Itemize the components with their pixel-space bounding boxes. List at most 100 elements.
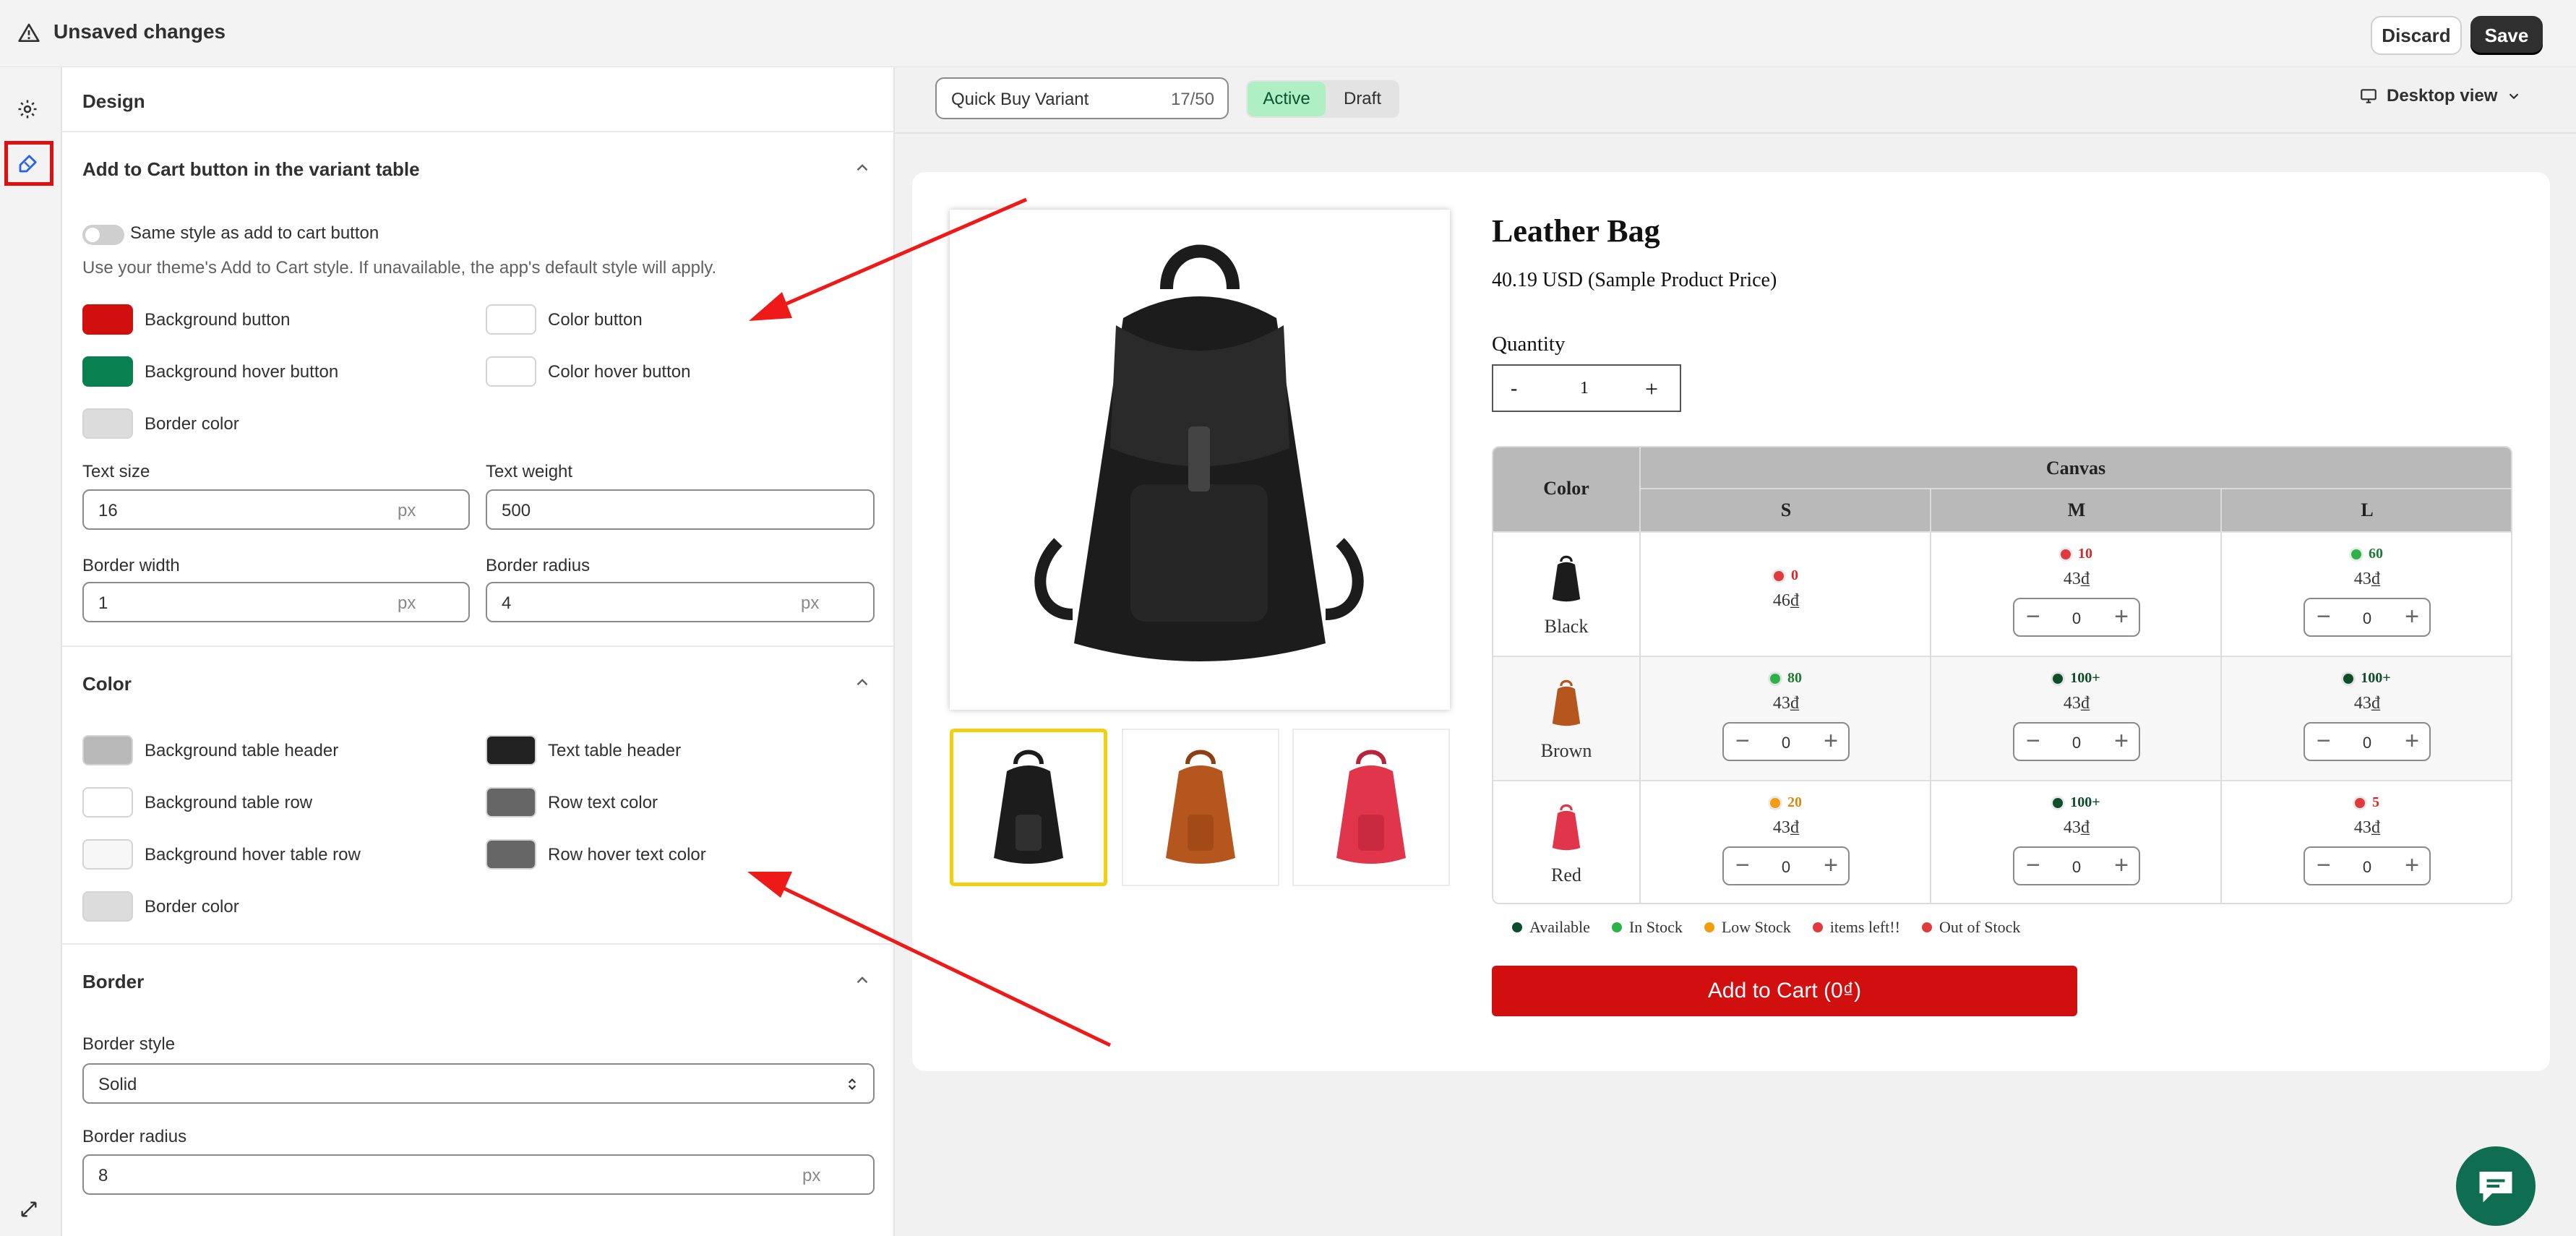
- variant-price: 46₫: [1772, 591, 1800, 610]
- legend-dot: [1812, 922, 1823, 932]
- stepper-plus-button[interactable]: +: [1824, 852, 1838, 878]
- template-name-input[interactable]: Quick Buy Variant 17/50: [935, 77, 1229, 119]
- bg-table-header-label: Background table header: [145, 741, 339, 760]
- chevron-up-icon[interactable]: [853, 971, 872, 990]
- stepper-plus-button[interactable]: +: [2114, 604, 2129, 630]
- chevron-up-icon[interactable]: [853, 673, 872, 692]
- brush-icon[interactable]: [13, 150, 42, 179]
- stock-dot: [1770, 673, 1780, 684]
- variant-price: 43₫: [2063, 818, 2090, 837]
- chevron-up-icon[interactable]: [853, 158, 872, 177]
- variant-quantity-stepper[interactable]: −0 +: [2304, 598, 2431, 637]
- variant-quantity-stepper[interactable]: −0 +: [1722, 846, 1850, 885]
- variant-price: 43₫: [2353, 818, 2381, 837]
- row-hover-text-color-label: Row hover text color: [548, 845, 706, 864]
- variant-quantity-stepper[interactable]: −0 +: [2013, 846, 2140, 885]
- chat-icon: [2479, 1172, 2512, 1203]
- table-border-color-swatch[interactable]: [82, 891, 133, 922]
- stock-count: 0: [1791, 567, 1798, 583]
- view-select[interactable]: Desktop view: [2359, 86, 2522, 106]
- stepper-plus-button[interactable]: +: [2114, 728, 2129, 754]
- warning-icon: [18, 23, 40, 42]
- legend-label: items left!!: [1829, 918, 1900, 936]
- variant-quantity-stepper[interactable]: −0 +: [2304, 722, 2431, 761]
- color-button-swatch[interactable]: [486, 304, 536, 335]
- stock-dot: [2355, 797, 2365, 808]
- border-section-title[interactable]: Border: [82, 971, 144, 993]
- stepper-plus-button[interactable]: +: [2114, 852, 2129, 878]
- stock-count: 100+: [2070, 670, 2100, 686]
- atc-section-title[interactable]: Add to Cart button in the variant table: [82, 158, 420, 181]
- atc-border-radius-input[interactable]: 4 px: [486, 582, 875, 622]
- bg-table-header-swatch[interactable]: [82, 735, 133, 765]
- stepper-plus-button[interactable]: +: [1824, 728, 1838, 754]
- stock-count: 100+: [2070, 794, 2100, 810]
- add-to-cart-button[interactable]: Add to Cart (0₫): [1492, 966, 2077, 1016]
- stepper-plus-button[interactable]: +: [2405, 604, 2419, 630]
- stepper-plus-button[interactable]: +: [2405, 852, 2419, 878]
- discard-button[interactable]: Discard: [2371, 16, 2462, 55]
- divider: [62, 943, 893, 945]
- product-preview-card: Leather Bag 40.19 USD (Sample Product Pr…: [912, 172, 2550, 1071]
- status-draft[interactable]: Draft: [1327, 82, 1398, 116]
- chat-button[interactable]: [2456, 1146, 2536, 1226]
- color-hover-button-swatch[interactable]: [486, 356, 536, 387]
- table-row: Red 20 43₫ −0 + 100+ 43₫ −0 + 5 43₫ −0 +: [1493, 780, 2511, 903]
- same-style-label: Same style as add to cart button: [130, 223, 379, 243]
- border-style-select[interactable]: Solid: [82, 1063, 875, 1104]
- stock-dot: [1774, 570, 1784, 581]
- row-hover-text-color-swatch[interactable]: [486, 839, 536, 870]
- atc-border-color-swatch[interactable]: [82, 408, 133, 439]
- text-weight-input[interactable]: 500: [486, 489, 875, 530]
- select-arrows-icon: [848, 1078, 856, 1091]
- bg-button-label: Background button: [145, 310, 291, 330]
- variant-quantity-stepper[interactable]: −0 +: [2304, 846, 2431, 885]
- text-size-input[interactable]: 16 px: [82, 489, 470, 530]
- bg-hover-table-row-swatch[interactable]: [82, 839, 133, 870]
- product-main-image: [950, 210, 1450, 710]
- bg-hover-button-label: Background hover button: [145, 362, 339, 382]
- variant-quantity-stepper[interactable]: −0 +: [1722, 722, 1850, 761]
- bg-button-swatch[interactable]: [82, 304, 133, 335]
- save-button[interactable]: Save: [2470, 16, 2543, 55]
- thumbnail-brown[interactable]: [1122, 729, 1279, 886]
- color-section-title[interactable]: Color: [82, 673, 132, 695]
- variant-cell: 20 43₫ −0 +: [1641, 794, 1931, 885]
- expand-icon[interactable]: [14, 1195, 43, 1224]
- text-table-header-swatch[interactable]: [486, 735, 536, 765]
- bg-table-row-swatch[interactable]: [82, 787, 133, 817]
- color-button-label: Color button: [548, 310, 643, 330]
- thumbnail-red[interactable]: [1292, 729, 1450, 886]
- stock-count: 60: [2369, 546, 2383, 562]
- border-width-label: Border width: [82, 556, 180, 575]
- top-bar: Unsaved changes Discard Save: [0, 0, 2576, 68]
- stock-dot: [2351, 549, 2361, 559]
- quantity-value[interactable]: 1: [1580, 379, 1589, 398]
- stock-indicator: 20: [1641, 794, 1931, 811]
- quantity-minus-button[interactable]: -: [1511, 377, 1517, 400]
- color-hover-button-label: Color hover button: [548, 362, 691, 382]
- quantity-plus-button[interactable]: +: [1645, 376, 1658, 403]
- variant-cell: 10 43₫ −0 +: [1931, 546, 2222, 637]
- stock-dot: [2061, 549, 2071, 559]
- same-style-toggle[interactable]: [82, 225, 124, 245]
- table-row: Brown 80 43₫ −0 + 100+ 43₫ −0 + 100+ 43₫ −0 +: [1493, 656, 2511, 781]
- variant-quantity-stepper[interactable]: −0 +: [2013, 722, 2140, 761]
- legend-dot: [1704, 922, 1714, 932]
- variant-cell: 100+ 43₫ −0 +: [2222, 670, 2511, 761]
- thumbnail-black[interactable]: [950, 729, 1107, 886]
- unsaved-changes-title: Unsaved changes: [53, 20, 226, 43]
- table-border-radius-input[interactable]: 8 px: [82, 1154, 875, 1195]
- status-active[interactable]: Active: [1248, 82, 1326, 116]
- variant-cell: 0 46₫: [1641, 567, 1931, 611]
- variant-table: Color Canvas S M L Black 0 46₫ 10 43₫ −0 + 60 43…: [1492, 446, 2512, 904]
- divider: [62, 131, 893, 132]
- stepper-plus-button[interactable]: +: [2405, 728, 2419, 754]
- variant-quantity-stepper[interactable]: −0 +: [2013, 598, 2140, 637]
- bg-hover-table-row-label: Background hover table row: [145, 845, 361, 864]
- gear-icon[interactable]: [13, 95, 42, 124]
- row-text-color-swatch[interactable]: [486, 787, 536, 817]
- variant-price: 43₫: [2063, 694, 2090, 713]
- bg-hover-button-swatch[interactable]: [82, 356, 133, 387]
- border-width-input[interactable]: 1 px: [82, 582, 470, 622]
